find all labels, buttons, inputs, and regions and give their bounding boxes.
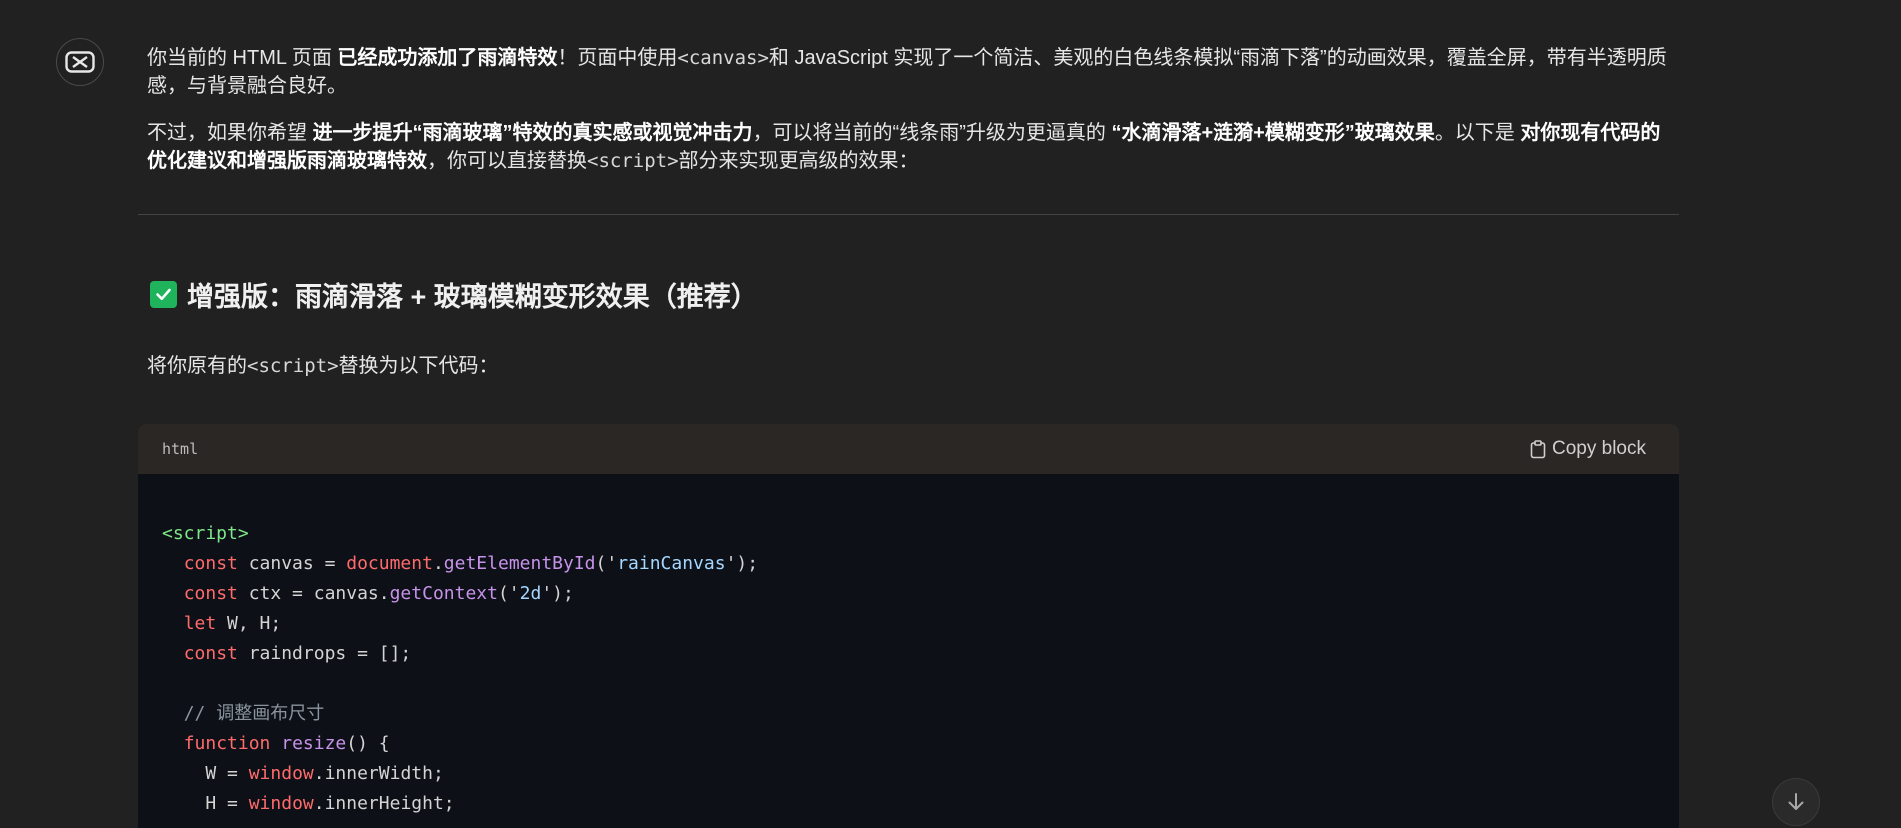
inline-code: <script> — [587, 150, 679, 172]
infinity-logo-icon — [65, 51, 95, 73]
text: 不过，如果你希望 — [147, 122, 313, 144]
code-line: W = window.innerWidth; — [162, 759, 444, 789]
code-token: <script> — [162, 523, 249, 544]
text: ！页面中使用 — [557, 47, 678, 69]
copy-block-label: Copy block — [1552, 438, 1646, 459]
clipboard-icon — [1530, 439, 1546, 458]
heading-text: 增强版：雨滴滑落 + 玻璃模糊变形效果（推荐） — [187, 282, 758, 312]
assistant-message: 你当前的 HTML 页面 已经成功添加了雨滴特效！页面中使用<canvas>和 … — [147, 44, 1677, 194]
code-line: const canvas = document.getElementById('… — [162, 549, 758, 579]
code-token: '); — [541, 583, 574, 604]
code-token: '); — [725, 553, 759, 574]
code-line: const ctx = canvas.getContext('2d'); — [162, 579, 574, 609]
bold-text: “水滴滑落+涟漪+模糊变形”玻璃效果 — [1111, 122, 1435, 144]
text: 替换为以下代码： — [338, 355, 499, 377]
code-line: // 调整画布尺寸 — [162, 699, 325, 729]
code-line: const raindrops = []; — [162, 639, 412, 669]
inline-code: <script> — [247, 355, 339, 377]
copy-block-button[interactable]: Copy block — [1530, 438, 1646, 460]
message-paragraph-1: 你当前的 HTML 页面 已经成功添加了雨滴特效！页面中使用<canvas>和 … — [147, 44, 1677, 100]
code-token: window — [248, 763, 314, 784]
code-intro: 将你原有的<script>替换为以下代码： — [147, 352, 499, 380]
code-token: let — [183, 613, 217, 634]
code-token: ctx = canvas. — [237, 583, 390, 604]
text: 。以下是 — [1434, 122, 1521, 144]
code-token: canvas = — [237, 553, 347, 574]
code-token: const — [183, 643, 238, 664]
bold-text: 已经成功添加了雨滴特效 — [337, 47, 558, 69]
code-token: 2d — [519, 583, 542, 604]
code-comment: // 调整画布尺寸 — [183, 703, 325, 724]
section-heading: 增强版：雨滴滑落 + 玻璃模糊变形效果（推荐） — [150, 275, 758, 314]
text: 你当前的 HTML 页面 — [147, 47, 338, 69]
code-token: rainCanvas — [617, 553, 726, 574]
text: 部分来实现更高级的效果： — [678, 150, 919, 172]
code-token: H = — [205, 793, 249, 814]
code-line: let W, H; — [162, 609, 282, 639]
assistant-avatar — [56, 38, 104, 86]
code-block-header: html Copy block — [138, 424, 1679, 474]
code-line: <script> — [162, 519, 249, 549]
code-token: window — [248, 793, 314, 814]
arrow-down-icon — [1788, 793, 1804, 810]
code-token: () { — [346, 733, 390, 754]
inline-code: <canvas> — [677, 47, 769, 69]
code-token: W, H; — [216, 613, 282, 634]
chat-page: 你当前的 HTML 页面 已经成功添加了雨滴特效！页面中使用<canvas>和 … — [0, 0, 1901, 828]
bold-text: 进一步提升“雨滴玻璃”特效的真实感或视觉冲击力 — [312, 122, 753, 144]
text: ，可以将当前的“线条雨”升级为更逼真的 — [752, 122, 1112, 144]
code-line: H = window.innerHeight; — [162, 789, 455, 819]
code-token: resize — [281, 733, 347, 754]
code-token: .innerHeight; — [313, 793, 455, 814]
code-line: function resize() { — [162, 729, 390, 759]
code-token: document — [346, 553, 433, 574]
code-token: . — [432, 553, 444, 574]
text: 将你原有的 — [147, 355, 247, 377]
text: ，你可以直接替换 — [427, 150, 587, 172]
code-token: .innerWidth; — [313, 763, 444, 784]
code-token: const — [183, 583, 238, 604]
code-token: getElementById — [443, 553, 596, 574]
code-block: html Copy block <script> const canvas = … — [138, 424, 1679, 828]
code-token: function — [183, 733, 271, 754]
section-divider — [138, 214, 1679, 215]
code-token: getContext — [389, 583, 498, 604]
code-token: const — [183, 553, 238, 574]
message-paragraph-2: 不过，如果你希望 进一步提升“雨滴玻璃”特效的真实感或视觉冲击力，可以将当前的“… — [147, 119, 1677, 175]
scroll-to-bottom-button[interactable] — [1772, 778, 1820, 826]
code-token: raindrops = []; — [237, 643, 412, 664]
code-language-label: html — [162, 440, 199, 458]
code-token: W = — [205, 763, 249, 784]
code-token: (' — [595, 553, 618, 574]
code-token: (' — [497, 583, 520, 604]
check-mark-icon — [150, 281, 177, 308]
